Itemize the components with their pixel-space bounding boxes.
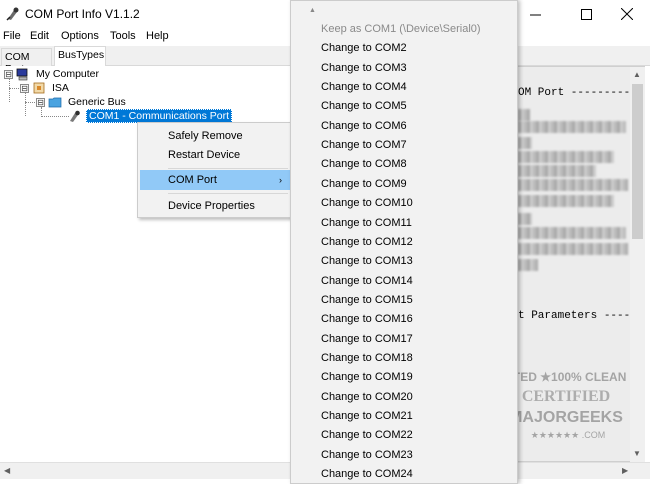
minimize-icon bbox=[529, 14, 541, 15]
serial-port-icon bbox=[70, 110, 80, 122]
submenu-item-change-com[interactable]: Change to COM8 bbox=[321, 155, 407, 174]
submenu-item-change-com[interactable]: Change to COM15 bbox=[321, 291, 413, 310]
context-menu: Safely Remove Restart Device COM Port › … bbox=[137, 122, 293, 218]
menu-help[interactable]: Help bbox=[146, 30, 169, 42]
redacted-text bbox=[518, 121, 626, 133]
computer-icon bbox=[16, 68, 28, 81]
tree-connector bbox=[9, 79, 10, 102]
close-button[interactable] bbox=[604, 0, 650, 28]
submenu-item-change-com[interactable]: Change to COM14 bbox=[321, 272, 413, 291]
maximize-button[interactable] bbox=[563, 0, 609, 28]
tree-node-isa[interactable]: ⊟ ISA bbox=[20, 81, 71, 95]
vertical-scroll-thumb[interactable] bbox=[632, 84, 643, 239]
redacted-text bbox=[518, 227, 626, 239]
menu-item-label: COM Port bbox=[168, 174, 217, 186]
tree-node-generic-bus[interactable]: ⊟ Generic Bus bbox=[36, 95, 128, 109]
app-icon bbox=[6, 7, 19, 21]
submenu-item-change-com[interactable]: Change to COM9 bbox=[321, 175, 407, 194]
redacted-text bbox=[518, 243, 628, 255]
menu-item-restart-device[interactable]: Restart Device bbox=[140, 145, 290, 165]
isa-bus-icon bbox=[33, 82, 45, 94]
redacted-text bbox=[518, 179, 628, 191]
menu-tools[interactable]: Tools bbox=[110, 30, 136, 42]
redacted-text bbox=[518, 165, 596, 177]
submenu-item-change-com[interactable]: Change to COM16 bbox=[321, 310, 413, 329]
submenu-item-change-com[interactable]: Change to COM20 bbox=[321, 388, 413, 407]
tree-connector bbox=[41, 116, 69, 117]
menu-separator bbox=[168, 193, 288, 194]
scroll-right-icon[interactable]: ▶ bbox=[622, 466, 628, 475]
submenu-item-change-com[interactable]: Change to COM24 bbox=[321, 465, 413, 483]
window-title: COM Port Info V1.1.2 bbox=[25, 7, 140, 21]
watermark-line: ★★★★★★ .COM bbox=[531, 430, 605, 440]
submenu-item-change-com[interactable]: Change to COM17 bbox=[321, 330, 413, 349]
submenu-item-change-com[interactable]: Change to COM19 bbox=[321, 368, 413, 387]
submenu-item-change-com[interactable]: Change to COM22 bbox=[321, 426, 413, 445]
submenu-item-change-com[interactable]: Change to COM3 bbox=[321, 59, 407, 78]
tree-node-com1[interactable]: COM1 - Communications Port bbox=[68, 109, 233, 123]
folder-icon bbox=[48, 97, 62, 108]
collapse-icon[interactable]: ⊟ bbox=[36, 97, 45, 107]
submenu-item-change-com[interactable]: Change to COM6 bbox=[321, 117, 407, 136]
minimize-button[interactable] bbox=[512, 0, 558, 28]
collapse-icon[interactable]: ⊟ bbox=[20, 83, 29, 93]
scroll-down-icon[interactable]: ▼ bbox=[633, 449, 641, 458]
submenu-item-change-com[interactable]: Change to COM5 bbox=[321, 97, 407, 116]
menu-item-device-properties[interactable]: Device Properties bbox=[140, 196, 290, 216]
watermark-line: MAJORGEEKS bbox=[509, 409, 623, 426]
menu-options[interactable]: Options bbox=[61, 30, 99, 42]
menu-separator bbox=[168, 168, 288, 169]
submenu-item-change-com[interactable]: Change to COM13 bbox=[321, 252, 413, 271]
redacted-text bbox=[518, 151, 614, 163]
menu-item-safely-remove[interactable]: Safely Remove bbox=[140, 126, 290, 146]
tree-connector bbox=[25, 93, 26, 116]
tree-node-my-computer[interactable]: ⊟ My Computer bbox=[4, 67, 101, 81]
submenu-item-change-com[interactable]: Change to COM7 bbox=[321, 136, 407, 155]
submenu-scroll-up-icon[interactable]: ▲ bbox=[309, 7, 316, 14]
submenu-item-change-com[interactable]: Change to COM10 bbox=[321, 194, 413, 213]
submenu-item-change-com[interactable]: Change to COM12 bbox=[321, 233, 413, 252]
maximize-icon bbox=[580, 8, 592, 20]
com-port-submenu: ▲ Keep as COM1 (\Device\Serial0) Change t… bbox=[290, 0, 518, 484]
menu-file[interactable]: File bbox=[3, 30, 21, 42]
submenu-item-keep-com1: Keep as COM1 (\Device\Serial0) bbox=[321, 23, 481, 35]
tree-node-label: ISA bbox=[52, 82, 69, 94]
redacted-text bbox=[518, 137, 532, 149]
menu-edit[interactable]: Edit bbox=[30, 30, 49, 42]
tab-bustypes[interactable]: BusTypes bbox=[54, 46, 106, 67]
submenu-item-change-com[interactable]: Change to COM18 bbox=[321, 349, 413, 368]
submenu-item-change-com[interactable]: Change to COM21 bbox=[321, 407, 413, 426]
redacted-text bbox=[518, 109, 530, 121]
close-icon bbox=[621, 8, 633, 20]
info-section-header: OM Port ----------- bbox=[518, 87, 644, 99]
info-section-header: t Parameters ----- bbox=[518, 310, 637, 322]
scroll-up-icon[interactable]: ▲ bbox=[633, 70, 641, 79]
redacted-text bbox=[518, 259, 538, 271]
tab-com-ports[interactable]: COM Ports bbox=[1, 48, 52, 75]
watermark-line: CERTIFIED bbox=[522, 388, 610, 405]
collapse-icon[interactable]: ⊟ bbox=[4, 69, 13, 79]
tree-node-label: My Computer bbox=[36, 68, 100, 80]
submenu-item-change-com[interactable]: Change to COM11 bbox=[321, 214, 412, 233]
scroll-left-icon[interactable]: ◀ bbox=[4, 466, 10, 475]
redacted-text bbox=[518, 195, 614, 207]
submenu-item-change-com[interactable]: Change to COM4 bbox=[321, 78, 407, 97]
submenu-arrow-icon: › bbox=[279, 175, 282, 185]
menu-item-com-port[interactable]: COM Port › bbox=[140, 170, 290, 190]
submenu-item-change-com[interactable]: Change to COM2 bbox=[321, 39, 407, 58]
redacted-text bbox=[518, 213, 532, 225]
submenu-item-change-com[interactable]: Change to COM23 bbox=[321, 446, 413, 465]
tree-node-label-selected: COM1 - Communications Port bbox=[86, 109, 233, 123]
tree-node-label: Generic Bus bbox=[68, 96, 126, 108]
